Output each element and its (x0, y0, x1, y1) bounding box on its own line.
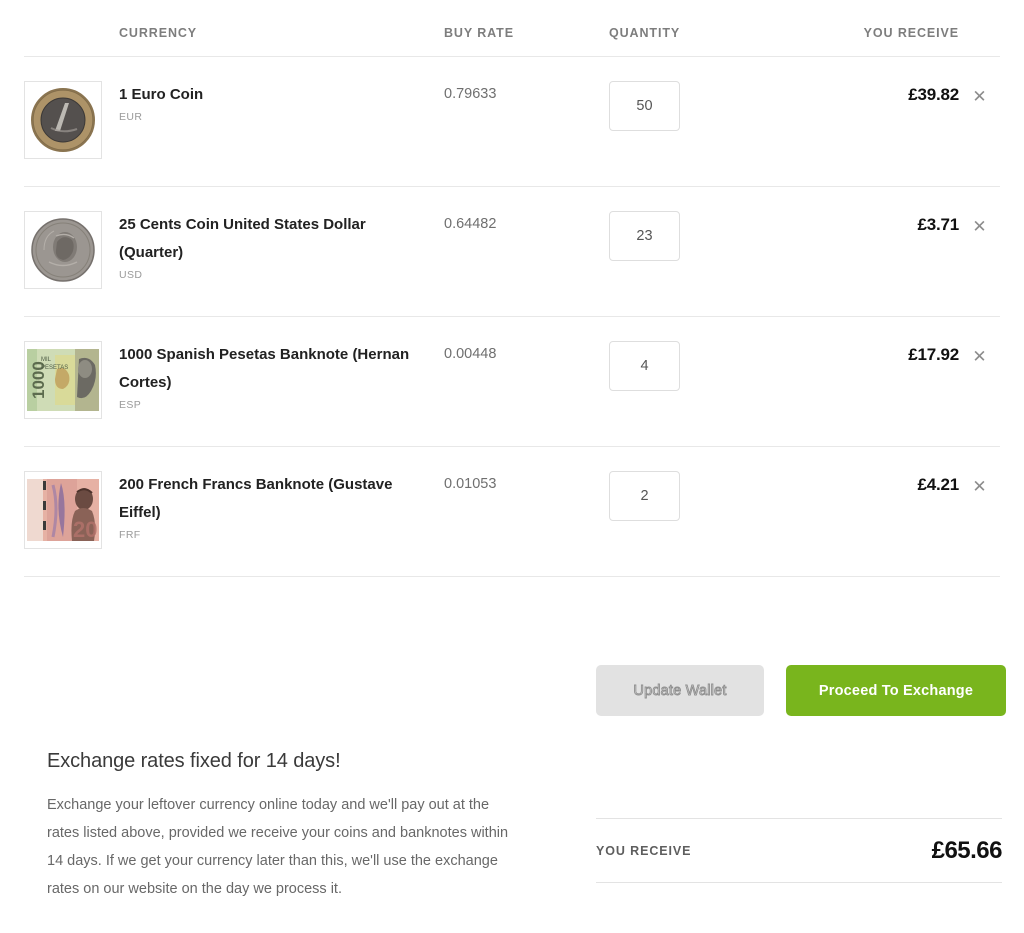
spanish-pesetas-banknote-image: 1000 MIL PESETAS (24, 341, 102, 419)
quantity-input[interactable] (609, 211, 680, 261)
header-currency: CURRENCY (119, 26, 198, 40)
header-you-receive: YOU RECEIVE (863, 26, 959, 40)
quantity-cell (609, 341, 814, 391)
currency-thumbnail-cell (24, 211, 119, 289)
buy-rate-value: 0.79633 (444, 86, 497, 102)
quantity-cell (609, 81, 814, 131)
close-icon[interactable]: ✕ (972, 211, 986, 235)
totals-amount: £65.66 (931, 836, 1003, 864)
table-row: 1000 MIL PESETAS 1000 Spanish Pesetas Ba… (24, 317, 1000, 446)
table-row: 20 200 French Francs Banknote (Gustave E… (24, 447, 1000, 576)
currency-code: FRF (119, 529, 141, 541)
exchange-rates-info: Exchange rates fixed for 14 days! Exchan… (47, 750, 517, 903)
you-receive-value: £39.82 (908, 85, 959, 104)
currency-code: ESP (119, 399, 142, 411)
currency-name-cell: 25 Cents Coin United States Dollar (Quar… (119, 211, 444, 281)
row-divider (24, 576, 1000, 577)
basket-table: CURRENCY BUY RATE QUANTITY YOU RECEIVE 1… (24, 0, 1000, 577)
currency-thumbnail-cell: 20 (24, 471, 119, 549)
action-buttons: Update Wallet Proceed To Exchange (596, 665, 1006, 716)
table-row: 25 Cents Coin United States Dollar (Quar… (24, 187, 1000, 316)
currency-name: 1000 Spanish Pesetas Banknote (Hernan Co… (119, 346, 410, 391)
currency-name-cell: 1000 Spanish Pesetas Banknote (Hernan Co… (119, 341, 444, 411)
buy-rate-value: 0.01053 (444, 476, 497, 492)
quantity-cell (609, 471, 814, 521)
totals-section: YOU RECEIVE £65.66 (596, 818, 1003, 883)
buy-rate-value: 0.00448 (444, 346, 497, 362)
currency-thumbnail-cell: 1000 MIL PESETAS (24, 341, 119, 419)
french-francs-banknote-image: 20 (24, 471, 102, 549)
buy-rate-value: 0.64482 (444, 216, 497, 232)
header-buy-rate: BUY RATE (444, 26, 514, 40)
currency-code: USD (119, 269, 143, 281)
update-wallet-button[interactable]: Update Wallet (596, 665, 764, 716)
quantity-input[interactable] (609, 471, 680, 521)
remove-row-cell: ✕ (959, 211, 1000, 237)
svg-text:PESETAS: PESETAS (41, 365, 68, 371)
table-row: 1 Euro Coin EUR 0.79633 £39.82 ✕ (24, 57, 1000, 186)
svg-text:20: 20 (73, 517, 97, 541)
currency-thumbnail-cell (24, 81, 119, 159)
info-body: Exchange your leftover currency online t… (47, 797, 509, 897)
close-icon[interactable]: ✕ (972, 471, 986, 495)
you-receive-value: £3.71 (917, 215, 959, 234)
currency-code: EUR (119, 111, 143, 123)
close-icon[interactable]: ✕ (972, 341, 986, 365)
quantity-input[interactable] (609, 81, 680, 131)
quantity-cell (609, 211, 814, 261)
remove-row-cell: ✕ (959, 471, 1000, 497)
us-quarter-coin-image (24, 211, 102, 289)
quantity-input[interactable] (609, 341, 680, 391)
currency-name: 1 Euro Coin (119, 86, 204, 103)
currency-name-cell: 200 French Francs Banknote (Gustave Eiff… (119, 471, 444, 541)
header-quantity: QUANTITY (609, 26, 681, 40)
table-header-row: CURRENCY BUY RATE QUANTITY YOU RECEIVE (24, 10, 1000, 56)
you-receive-value: £4.21 (917, 475, 959, 494)
euro-coin-image (24, 81, 102, 159)
svg-text:MIL: MIL (41, 357, 52, 363)
totals-row: YOU RECEIVE £65.66 (596, 819, 1003, 882)
info-heading: Exchange rates fixed for 14 days! (47, 750, 341, 772)
proceed-to-exchange-button[interactable]: Proceed To Exchange (786, 665, 1006, 716)
currency-name: 25 Cents Coin United States Dollar (Quar… (119, 216, 366, 261)
remove-row-cell: ✕ (959, 81, 1000, 107)
close-icon[interactable]: ✕ (972, 81, 986, 105)
currency-name: 200 French Francs Banknote (Gustave Eiff… (119, 476, 393, 521)
currency-exchange-basket-page: CURRENCY BUY RATE QUANTITY YOU RECEIVE 1… (0, 0, 1024, 933)
currency-name-cell: 1 Euro Coin EUR (119, 81, 444, 123)
remove-row-cell: ✕ (959, 341, 1000, 367)
totals-label: YOU RECEIVE (596, 843, 692, 858)
you-receive-value: £17.92 (908, 345, 959, 364)
totals-divider-bottom (596, 882, 1002, 883)
